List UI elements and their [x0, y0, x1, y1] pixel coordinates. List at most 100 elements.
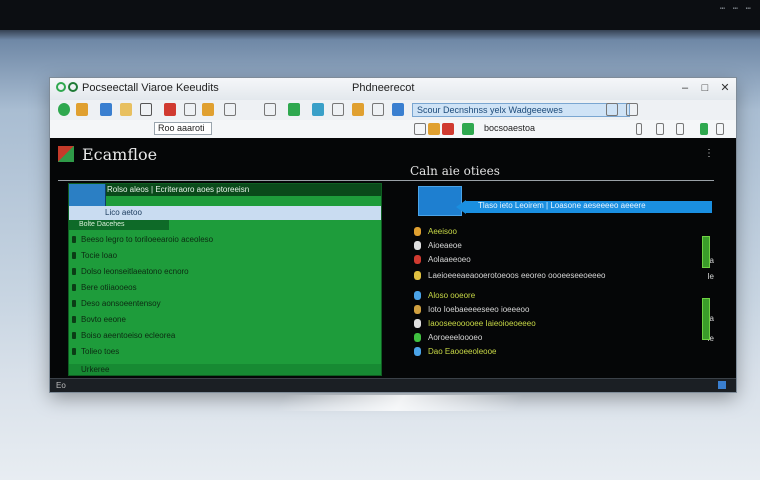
list-item[interactable]: Tocie loao [69, 250, 381, 262]
detail-item[interactable]: Aolaaeeoeo [414, 254, 714, 266]
more-icon[interactable] [716, 123, 724, 135]
bullet-icon [72, 284, 76, 291]
list-item-label: Deso aonsoeentensoy [81, 299, 161, 308]
paste-icon[interactable] [202, 103, 214, 116]
search-options-icon[interactable] [606, 103, 618, 116]
folder-icon[interactable] [100, 103, 112, 116]
panel-icon[interactable] [626, 103, 638, 116]
close-button[interactable]: ✕ [716, 80, 734, 97]
item-marker-icon [414, 347, 421, 356]
search-input[interactable]: Scour Decnshnss yelx Wadgeeewes [412, 103, 630, 117]
bezel-label: ⋯ ⋯ ⋯ [719, 4, 752, 14]
page-logo-icon [58, 146, 74, 162]
detail-item[interactable]: Ioto Ioebaeeeeseeo ioeeeoo [414, 304, 714, 316]
item-marker-icon [414, 319, 421, 328]
item-marker-icon [414, 271, 421, 280]
share-icon[interactable] [312, 103, 324, 116]
item-marker-icon [414, 255, 421, 264]
cut-icon[interactable] [224, 103, 236, 116]
save-icon[interactable] [120, 103, 132, 116]
list-item-label: Tocie loao [81, 251, 118, 260]
address-bar: Roo aaaroti bocsoaestoa [50, 120, 736, 139]
detail-item-label: Iaooseeooooee Iaieoioeoeeeo [428, 319, 536, 328]
grid-icon[interactable] [676, 123, 684, 135]
section-header-label: Bolte Dacehes [79, 221, 125, 228]
nav-home-icon[interactable] [442, 123, 454, 135]
list-panel: Rolso aleos | Ecriteraoro aoes ptoreeisn… [68, 183, 382, 376]
minimize-button[interactable]: – [676, 80, 694, 97]
main-content: Ecamfloe ⋮ Caln aie otiees Rolso aleos |… [50, 138, 736, 378]
level-gauge [702, 298, 710, 340]
app-window: Pocseectall Viaroe Keeudits Phdneerecot … [50, 78, 736, 392]
selected-row-label: Lico aetoo [105, 208, 142, 217]
status-bar: Eo [50, 378, 736, 392]
detail-item[interactable]: Aoroeeeloooeo [414, 332, 714, 344]
detail-item[interactable]: Iaooseeooooee Iaieoioeoeeeo [414, 318, 714, 330]
back-icon[interactable] [58, 103, 70, 116]
list-item[interactable]: Bere otiiaooeos [69, 282, 381, 294]
filter-icon[interactable] [392, 103, 404, 116]
detail-item[interactable]: Dao Eaooeeoleooe [414, 346, 714, 358]
app-secondary-icon [68, 82, 78, 92]
edit-icon[interactable] [164, 103, 176, 116]
detail-item-label: Aolaaeeoeo [428, 255, 471, 264]
list-item[interactable]: Dolso leonseitlaeatono ecnoro [69, 266, 381, 278]
list-panel-footer: Urkeree [69, 364, 381, 375]
highlight-bar[interactable]: Tlaso ieto Leoirem | Loasone aeseeeeo ae… [466, 201, 712, 213]
detail-item[interactable]: Aioeaeoe [414, 240, 714, 252]
page-title: Ecamfloe [82, 145, 158, 164]
nav-back-icon[interactable] [414, 123, 426, 135]
collapse-toggle-icon[interactable]: ⋮ [704, 148, 714, 162]
detail-item-label: Aloso ooeore [428, 291, 476, 300]
copy-icon[interactable] [184, 103, 196, 116]
list-icon[interactable] [372, 103, 384, 116]
nav-folder-icon[interactable] [428, 123, 440, 135]
list-item[interactable]: Bovto eeone [69, 314, 381, 326]
divider [58, 180, 714, 181]
list-item-label: Dolso leonseitlaeatono ecnoro [81, 267, 189, 276]
item-marker-icon [414, 291, 421, 300]
list-item-label: Bovto eeone [81, 315, 126, 324]
side-mark: Ie [707, 272, 714, 281]
app-title: Pocseectall Viaroe Keeudits [82, 82, 219, 94]
monitor-bezel: ⋯ ⋯ ⋯ [0, 0, 760, 30]
settings-icon[interactable] [352, 103, 364, 116]
list-panel-tab[interactable] [69, 184, 106, 208]
maximize-button[interactable]: □ [696, 80, 714, 97]
status-green-icon[interactable] [700, 123, 708, 135]
app-logo-icon [56, 82, 66, 92]
tag-icon[interactable] [288, 103, 300, 116]
path-field[interactable]: bocsoaestoa [462, 122, 644, 135]
detail-item-label: Dao Eaooeeoleooe [428, 347, 497, 356]
detail-item[interactable]: Aloso ooeore [414, 290, 714, 302]
screen-glare [275, 395, 525, 411]
detail-item-label: Aeeisoo [428, 227, 457, 236]
detail-item[interactable]: Aeeisoo [414, 226, 714, 238]
sort-icon[interactable] [656, 123, 664, 135]
undo-icon[interactable] [264, 103, 276, 116]
detail-item[interactable]: Laeioeeeaeaooerotoeoos eeoreo oooeeseeoe… [414, 270, 714, 282]
list-item-label: Bere otiiaooeos [81, 283, 137, 292]
item-marker-icon [414, 333, 421, 342]
bullet-icon [72, 316, 76, 323]
detail-item-label: Aioeaeoe [428, 241, 462, 250]
bullet-icon [72, 332, 76, 339]
dropdown-icon[interactable] [636, 123, 642, 135]
list-item[interactable]: Beeso legro to toriloeearoio aceoleso [69, 234, 381, 246]
list-item[interactable]: Deso aonsoeentensoy [69, 298, 381, 310]
list-item-label: Tolieo toes [81, 347, 120, 356]
detail-item-label: Laeioeeeaeaooerotoeoos eeoreo oooeeseeoe… [428, 271, 606, 280]
list-panel-footer-label: Urkeree [81, 365, 110, 374]
list-item[interactable]: Tolieo toes [69, 346, 381, 358]
item-marker-icon [414, 241, 421, 250]
status-indicator-icon[interactable] [718, 381, 726, 389]
title-bar: Pocseectall Viaroe Keeudits Phdneerecot … [50, 78, 736, 101]
location-field[interactable]: Roo aaaroti [154, 122, 212, 135]
view-icon[interactable] [332, 103, 344, 116]
bullet-icon [72, 236, 76, 243]
selected-row[interactable]: Lico aetoo [69, 206, 381, 220]
forward-icon[interactable] [76, 103, 88, 116]
print-icon[interactable] [140, 103, 152, 116]
list-item[interactable]: Boiso aeentoeiso ecleorea [69, 330, 381, 342]
toolbar: Scour Decnshnss yelx Wadgeeewes [50, 100, 736, 121]
